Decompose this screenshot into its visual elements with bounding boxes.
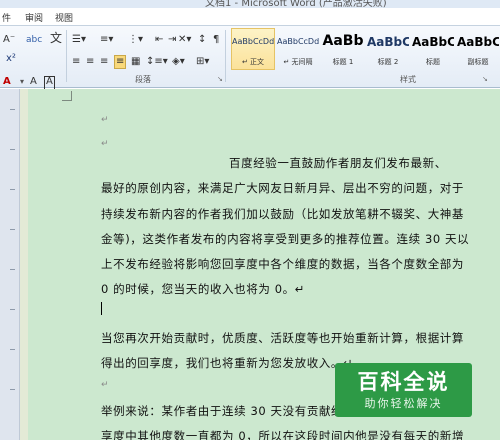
window-title: 文档1 - Microsoft Word (产品激活失败): [205, 0, 387, 8]
document-line: 持续发布新内容的作者我们加以鼓励（比如发放笔耕不辍奖、大神基: [101, 207, 464, 221]
style-name: 标题 2: [377, 58, 399, 66]
style-sample: AaBbCcDd: [277, 37, 319, 46]
numbering-icon[interactable]: ≡▾: [100, 34, 113, 48]
styles-group-label: 样式: [400, 75, 416, 84]
decrease-indent-icon[interactable]: ⇤: [155, 34, 163, 48]
document-line: 当您再次开始贡献时，优质度、活跃度等也开始重新计算，根据计算: [101, 331, 464, 345]
distributed-icon[interactable]: ▦: [131, 56, 140, 70]
ruler-tick: [10, 309, 15, 310]
style-sample: AaBbC: [457, 35, 499, 49]
paragraph-mark: ↵: [101, 115, 110, 125]
char-border-icon[interactable]: A: [44, 76, 55, 90]
document-line: 百度经验一直鼓励作者朋友们发布最新、: [229, 156, 447, 170]
style-sample: AaBb: [322, 33, 364, 49]
style-subtitle[interactable]: AaBbC 副标题: [456, 28, 500, 70]
phonetic-guide-icon[interactable]: 文: [50, 32, 62, 46]
document-line: 金等)，这类作者发布的内容将享受到更多的推荐位置。连续 30 天以: [101, 232, 470, 246]
title-bar: 文档1 - Microsoft Word (产品激活失败): [0, 0, 500, 8]
tab-file[interactable]: 件: [2, 11, 11, 24]
tab-review[interactable]: 审阅: [25, 11, 43, 24]
ribbon: A⁻ abc 文 x² A ▾ A A ☰▾ ≡▾ ⋮▾ ⇤ ⇥ ✕▾ ↕ ¶ …: [0, 26, 500, 90]
vertical-ruler: [0, 89, 20, 440]
clear-format-button[interactable]: abc: [26, 34, 42, 48]
ruler-tick: [10, 109, 15, 110]
ruler-tick: [10, 389, 15, 390]
style-title[interactable]: AaBbC 标题: [411, 28, 455, 70]
style-heading-2[interactable]: AaBbC 标题 2: [366, 28, 410, 70]
style-name: 标题 1: [332, 58, 354, 66]
align-left-icon[interactable]: ≡: [72, 56, 80, 70]
shading-icon[interactable]: ◈▾: [172, 56, 185, 70]
style-name: 副标题: [467, 58, 489, 66]
style-name: 标题: [426, 58, 440, 66]
watermark-logo: 百科全说 助你轻松解决: [335, 363, 472, 417]
tab-view[interactable]: 视图: [55, 11, 73, 24]
sort-icon[interactable]: ↕: [198, 34, 206, 48]
style-normal[interactable]: AaBbCcDd ↵ 正文: [231, 28, 275, 70]
group-separator: [66, 30, 67, 82]
show-marks-icon[interactable]: ¶: [213, 34, 219, 48]
paragraph-mark: ↵: [101, 380, 110, 390]
ruler-tick: [10, 189, 15, 190]
char-shading-icon[interactable]: A: [30, 76, 37, 90]
watermark-subtitle: 助你轻松解决: [364, 397, 443, 410]
paragraph-group-label: 段落: [135, 75, 151, 84]
multilevel-list-icon[interactable]: ⋮▾: [128, 34, 143, 48]
style-name: ↵ 正文: [241, 58, 265, 66]
document-line: 最好的原创内容，来满足广大网友日新月异、层出不穷的问题，对于: [101, 181, 464, 195]
document-line: 享度中其他度数一直都为 0，所以在这段时间内他是没有每天的新增: [101, 429, 465, 440]
style-sample: AaBbC: [367, 35, 409, 49]
align-right-icon[interactable]: ≡: [100, 56, 108, 70]
ruler-tick: [10, 149, 15, 150]
justify-icon[interactable]: ≡: [114, 55, 127, 69]
increase-indent-icon[interactable]: ⇥: [168, 34, 176, 48]
styles-dialog-launcher-icon[interactable]: ↘: [482, 73, 488, 87]
chinese-layout-icon[interactable]: ✕▾: [178, 34, 191, 48]
align-center-icon[interactable]: ≡: [86, 56, 94, 70]
styles-gallery: AaBbCcDd ↵ 正文 AaBbCcDd ↵ 无间隔 AaBb 标题 1 A…: [228, 28, 500, 72]
document-line: 0 的时候，您当天的收入也将为 0。↵: [101, 282, 305, 296]
document-line: 得出的回享度，我们也将重新为您发放收入。↵: [101, 356, 354, 370]
ruler-tick: [10, 269, 15, 270]
dropdown-icon[interactable]: ▾: [20, 76, 24, 90]
borders-icon[interactable]: ⊞▾: [196, 56, 209, 70]
watermark-title: 百科全说: [357, 370, 450, 394]
style-name: ↵ 无间隔: [283, 58, 313, 66]
text-cursor: [101, 302, 102, 315]
paragraph-mark: ↵: [101, 139, 110, 149]
line-spacing-icon[interactable]: ↕≡▾: [146, 56, 168, 70]
font-color-button[interactable]: A: [3, 76, 11, 90]
style-sample: AaBbC: [412, 35, 454, 49]
subscript-icon[interactable]: x²: [6, 53, 16, 67]
bullets-icon[interactable]: ☰▾: [72, 34, 86, 48]
style-sample: AaBbCcDd: [232, 37, 274, 46]
style-heading-1[interactable]: AaBb 标题 1: [321, 28, 365, 70]
paragraph-dialog-launcher-icon[interactable]: ↘: [217, 73, 223, 87]
ribbon-tab-bar: 件 审阅 视图: [0, 8, 500, 26]
shrink-font-button[interactable]: A⁻: [3, 34, 15, 48]
page-corner-mark: [62, 91, 72, 101]
group-separator: [225, 30, 226, 82]
document-line: 上不发布经验将影响您回享度中各个维度的数据，当各个度数全部为: [101, 257, 464, 271]
style-no-spacing[interactable]: AaBbCcDd ↵ 无间隔: [276, 28, 320, 70]
ruler-tick: [10, 229, 15, 230]
ruler-tick: [10, 349, 15, 350]
